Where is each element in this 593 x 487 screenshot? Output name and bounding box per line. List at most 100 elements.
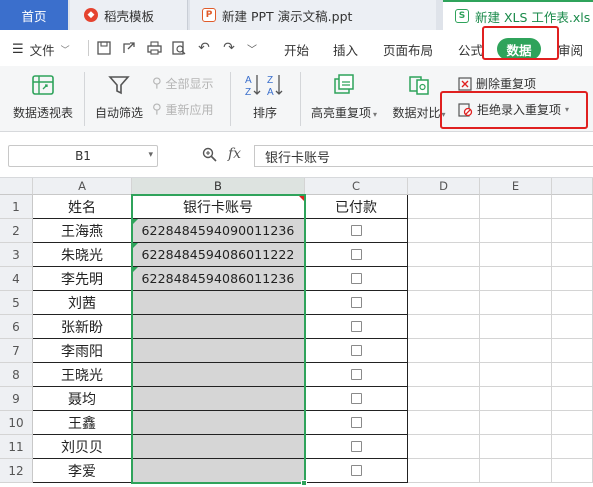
cell-d[interactable]: [408, 315, 480, 339]
file-menu[interactable]: ☰ 文件 ﹀: [12, 40, 70, 59]
cell-d[interactable]: [408, 267, 480, 291]
menu-insert[interactable]: 插入: [333, 40, 358, 59]
cell-account[interactable]: [132, 387, 305, 411]
text-number-indicator-icon[interactable]: [132, 219, 138, 225]
column-header-e[interactable]: E: [480, 178, 552, 195]
cell-d[interactable]: [408, 243, 480, 267]
save-icon[interactable]: [95, 39, 113, 57]
tab-ppt-document[interactable]: P 新建 PPT 演示文稿.ppt: [190, 0, 436, 30]
cell-next[interactable]: [552, 195, 593, 219]
row-header[interactable]: 1: [0, 195, 33, 219]
cell-name[interactable]: 李先明: [33, 267, 132, 291]
cell-next[interactable]: [552, 387, 593, 411]
paid-checkbox[interactable]: [350, 225, 362, 236]
cell-name[interactable]: 王海燕: [33, 219, 132, 243]
show-all-button[interactable]: ⚲ 全部显示: [152, 75, 214, 92]
cell-name[interactable]: 聂均: [33, 387, 132, 411]
cell-name[interactable]: 王晓光: [33, 363, 132, 387]
menu-page-layout[interactable]: 页面布局: [383, 40, 433, 59]
cell-account[interactable]: 6228484594086011236: [132, 267, 305, 291]
quick-access-dropdown-icon[interactable]: ﹀: [243, 39, 261, 57]
print-icon[interactable]: [145, 39, 163, 57]
menu-review[interactable]: 审阅: [558, 40, 583, 59]
cell-next[interactable]: [552, 435, 593, 459]
row-header[interactable]: 11: [0, 435, 33, 459]
cell-header-account[interactable]: 银行卡账号: [132, 195, 305, 219]
delete-duplicates-button[interactable]: 删除重复项: [458, 75, 536, 92]
row-header[interactable]: 2: [0, 219, 33, 243]
cell-paid[interactable]: [305, 243, 408, 267]
comment-indicator-icon[interactable]: [298, 195, 304, 201]
cell-name[interactable]: 朱晓光: [33, 243, 132, 267]
cell-e[interactable]: [480, 219, 552, 243]
cell-name[interactable]: 刘茜: [33, 291, 132, 315]
undo-icon[interactable]: ↶: [195, 39, 213, 57]
row-header[interactable]: 3: [0, 243, 33, 267]
cell-paid[interactable]: [305, 435, 408, 459]
sort-button[interactable]: AZZA 排序: [236, 72, 294, 121]
row-header[interactable]: 5: [0, 291, 33, 315]
cell-paid[interactable]: [305, 387, 408, 411]
paid-checkbox[interactable]: [350, 321, 362, 332]
paid-checkbox[interactable]: [350, 273, 362, 284]
zoom-icon[interactable]: [202, 147, 217, 166]
menu-start[interactable]: 开始: [284, 40, 309, 59]
auto-filter-button[interactable]: 自动筛选: [90, 72, 148, 121]
cell-e[interactable]: [480, 267, 552, 291]
paid-checkbox[interactable]: [350, 369, 362, 380]
name-box[interactable]: B1 ▾: [8, 145, 158, 167]
cell-account[interactable]: 6228484594090011236: [132, 219, 305, 243]
row-header[interactable]: 4: [0, 267, 33, 291]
cell-next[interactable]: [552, 267, 593, 291]
cell-e[interactable]: [480, 363, 552, 387]
cell-e[interactable]: [480, 339, 552, 363]
column-header-next[interactable]: [552, 178, 593, 195]
fill-handle[interactable]: [301, 480, 307, 486]
cell-paid[interactable]: [305, 291, 408, 315]
cell-paid[interactable]: [305, 459, 408, 483]
cell-account[interactable]: [132, 435, 305, 459]
cell-next[interactable]: [552, 339, 593, 363]
fx-icon[interactable]: fx: [228, 146, 241, 162]
export-icon[interactable]: [120, 39, 138, 57]
row-header[interactable]: 10: [0, 411, 33, 435]
cell-d[interactable]: [408, 387, 480, 411]
cell-account[interactable]: [132, 291, 305, 315]
redo-icon[interactable]: ↷: [220, 39, 238, 57]
cell-next[interactable]: [552, 363, 593, 387]
cell-e[interactable]: [480, 387, 552, 411]
cell-paid[interactable]: [305, 363, 408, 387]
cell-e[interactable]: [480, 291, 552, 315]
reapply-button[interactable]: ⚲ 重新应用: [152, 101, 214, 118]
cell-e[interactable]: [480, 411, 552, 435]
cell-paid[interactable]: [305, 267, 408, 291]
pivot-table-button[interactable]: 数据透视表: [8, 72, 78, 121]
cell-next[interactable]: [552, 411, 593, 435]
formula-input[interactable]: 银行卡账号: [254, 145, 593, 167]
text-number-indicator-icon[interactable]: [132, 267, 138, 273]
cell-e[interactable]: [480, 435, 552, 459]
highlight-duplicates-button[interactable]: 高亮重复项 ▾: [306, 72, 382, 121]
column-header-b[interactable]: B: [132, 178, 305, 195]
column-header-a[interactable]: A: [33, 178, 132, 195]
cell-e[interactable]: [480, 315, 552, 339]
print-preview-icon[interactable]: [170, 39, 188, 57]
cell-name[interactable]: 刘贝贝: [33, 435, 132, 459]
menu-formula[interactable]: 公式: [458, 40, 483, 59]
cell-name[interactable]: 张新盼: [33, 315, 132, 339]
cell-d[interactable]: [408, 411, 480, 435]
cell-d[interactable]: [408, 219, 480, 243]
row-header[interactable]: 12: [0, 459, 33, 483]
cell-next[interactable]: [552, 219, 593, 243]
cell-account[interactable]: [132, 459, 305, 483]
cell-paid[interactable]: [305, 411, 408, 435]
tab-home[interactable]: 首页: [0, 0, 68, 30]
cell-next[interactable]: [552, 315, 593, 339]
cell-e[interactable]: [480, 243, 552, 267]
cell-d[interactable]: [408, 363, 480, 387]
paid-checkbox[interactable]: [350, 249, 362, 260]
cell-e[interactable]: [480, 459, 552, 483]
select-all-corner[interactable]: [0, 178, 33, 195]
cell-d[interactable]: [408, 339, 480, 363]
chevron-down-icon[interactable]: ▾: [148, 150, 153, 160]
